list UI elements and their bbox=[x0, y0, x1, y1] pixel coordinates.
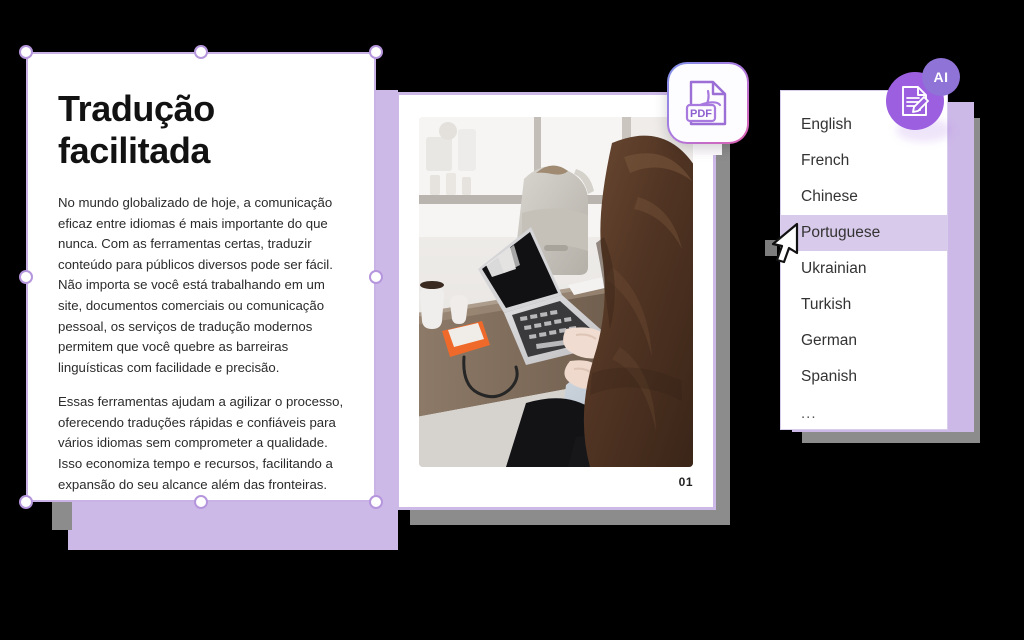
dropdown-edge-marker bbox=[765, 240, 777, 256]
resize-handle-top-right[interactable] bbox=[369, 45, 383, 59]
text-card-group[interactable]: Tradução facilitada No mundo globalizado… bbox=[0, 30, 420, 550]
resize-handle-top-center[interactable] bbox=[194, 45, 208, 59]
dropdown-item-turkish[interactable]: Turkish bbox=[781, 287, 947, 323]
page-number: 01 bbox=[678, 475, 693, 489]
ai-badge-group[interactable]: AI bbox=[886, 58, 970, 142]
text-card[interactable]: Tradução facilitada No mundo globalizado… bbox=[26, 52, 376, 502]
resize-handle-middle-left[interactable] bbox=[19, 270, 33, 284]
resize-handle-bottom-right[interactable] bbox=[369, 495, 383, 509]
document-edit-icon bbox=[902, 86, 929, 116]
dropdown-item-chinese[interactable]: Chinese bbox=[781, 179, 947, 215]
resize-handle-top-left[interactable] bbox=[19, 45, 33, 59]
slide-card[interactable]: 01 bbox=[396, 92, 716, 510]
resize-handle-bottom-left[interactable] bbox=[19, 495, 33, 509]
dropdown-item-german[interactable]: German bbox=[781, 323, 947, 359]
page-title: Tradução facilitada bbox=[58, 88, 215, 172]
language-dropdown-group[interactable]: English French Chinese Portuguese Ukrain… bbox=[770, 88, 980, 448]
slide-card-group[interactable]: 01 bbox=[396, 92, 736, 525]
canvas-stage: Tradução facilitada No mundo globalizado… bbox=[0, 0, 1024, 640]
dropdown-item-ukrainian[interactable]: Ukrainian bbox=[781, 251, 947, 287]
svg-text:PDF: PDF bbox=[690, 108, 712, 120]
body-paragraph: No mundo globalizado de hoje, a comunica… bbox=[58, 194, 333, 375]
pdf-badge[interactable]: PDF bbox=[667, 62, 749, 144]
dropdown-item-more[interactable]: ... bbox=[781, 395, 947, 431]
slide-photo bbox=[419, 117, 693, 467]
dropdown-item-portuguese[interactable]: Portuguese bbox=[781, 215, 947, 251]
dropdown-item-spanish[interactable]: Spanish bbox=[781, 359, 947, 395]
ai-badge-label: AI bbox=[922, 58, 960, 96]
body-paragraph: Essas ferramentas ajudam a agilizar o pr… bbox=[58, 394, 344, 492]
pdf-file-icon: PDF bbox=[685, 80, 727, 126]
resize-handle-bottom-center[interactable] bbox=[194, 495, 208, 509]
dropdown-item-french[interactable]: French bbox=[781, 143, 947, 179]
resize-handle-middle-right[interactable] bbox=[369, 270, 383, 284]
